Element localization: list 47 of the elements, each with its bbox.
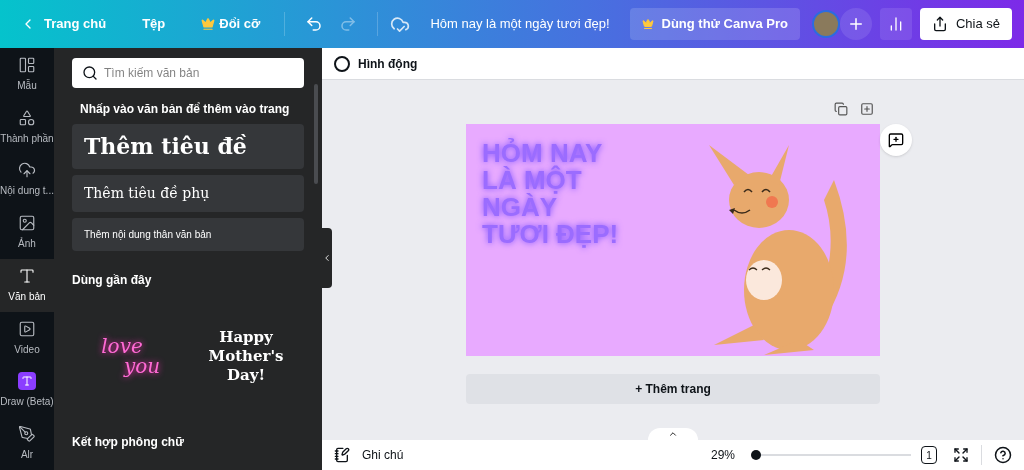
help-icon[interactable] — [994, 446, 1012, 464]
comment-add-icon — [888, 132, 904, 148]
chevron-up-icon — [668, 429, 678, 439]
cloud-check-icon — [390, 14, 411, 34]
scrollbar-thumb[interactable] — [314, 84, 318, 184]
chevron-left-icon — [322, 253, 332, 263]
zoom-value: 29% — [710, 447, 735, 464]
collapse-panel-button[interactable] — [322, 228, 332, 288]
subheading-text-button[interactable]: Thêm tiêu đề phụ — [72, 175, 304, 212]
search-field[interactable]: Tìm kiếm văn bản — [72, 58, 304, 88]
share-icon — [931, 16, 948, 32]
try-pro-button[interactable]: Dùng thử Canva Pro — [629, 8, 800, 40]
video-icon — [18, 319, 36, 338]
pen-icon — [18, 425, 36, 444]
comment-button[interactable] — [880, 124, 912, 156]
body-text-button[interactable]: Thêm nội dung thân văn bản — [72, 218, 304, 251]
section-heading: Dùng gần đây — [72, 272, 153, 289]
insights-button[interactable] — [879, 8, 912, 40]
design-title[interactable]: Hôm nay là một ngày tươi đẹp! — [430, 14, 610, 34]
image-icon — [18, 214, 36, 233]
upload-icon — [18, 161, 36, 180]
card-text-template[interactable]: Happy Mother's Day! — [188, 301, 304, 411]
share-button[interactable]: Chia sẻ — [919, 8, 1012, 40]
sidebar-item[interactable]: Văn bản — [0, 259, 54, 312]
section-heading: Kết hợp phông chữ — [72, 434, 185, 451]
page-count-button[interactable]: 1 — [921, 446, 937, 464]
add-page-button[interactable]: + Thêm trang — [466, 374, 880, 404]
shapes-icon — [18, 108, 36, 127]
crown-icon — [641, 18, 654, 30]
animate-button[interactable]: Hình động — [334, 54, 418, 73]
duplicate-page-icon[interactable] — [834, 102, 848, 116]
template-icon — [18, 55, 36, 74]
text-icon — [18, 266, 36, 285]
heading-text-button[interactable]: Thêm tiêu đề — [72, 124, 304, 169]
undo-icon[interactable] — [305, 15, 324, 33]
neon-text-template[interactable]: love you — [72, 301, 188, 411]
notes-button[interactable]: Ghi chú — [334, 446, 404, 464]
zoom-slider[interactable] — [751, 450, 911, 460]
draw-icon — [18, 372, 36, 391]
notes-icon — [334, 447, 350, 463]
fullscreen-icon[interactable] — [953, 447, 969, 463]
search-icon — [82, 65, 98, 81]
panel-hint: Nhấp vào văn bản để thêm vào trang — [80, 101, 291, 118]
add-page-icon[interactable] — [860, 102, 874, 116]
crown-icon — [201, 17, 216, 31]
slider-thumb[interactable] — [751, 450, 761, 460]
add-member-button[interactable] — [839, 8, 872, 40]
